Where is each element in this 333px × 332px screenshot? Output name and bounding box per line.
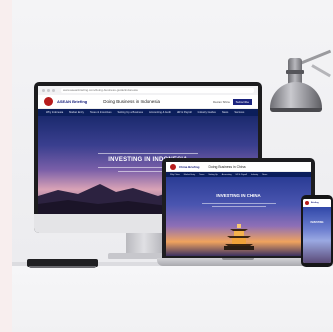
brand-logo-icon (44, 97, 53, 106)
nav-item[interactable]: Services (234, 111, 244, 114)
brand-name[interactable]: China Briefing (179, 165, 200, 169)
phone-hero-banner: INVESTING (303, 207, 331, 263)
hero-title: INVESTING IN CHINA (216, 193, 261, 198)
desk-surface (12, 266, 333, 332)
browser-bar: www.aseanbriefing.com/doing-business-gui… (38, 86, 258, 95)
left-shade (0, 0, 12, 332)
nav-item[interactable]: HR & Payroll (236, 174, 247, 176)
nav-item[interactable]: Why China (170, 174, 180, 176)
nav-item[interactable]: Industry (251, 174, 258, 176)
laptop-notch (222, 258, 254, 260)
window-dot-icon (42, 89, 45, 92)
nav-item[interactable]: Market Entry (184, 174, 195, 176)
nav-item[interactable]: Accounting & Audit (149, 111, 171, 114)
nav-item[interactable]: News (222, 111, 229, 114)
nav-item[interactable]: Setting Up (208, 174, 217, 176)
hero-title: INVESTING (310, 221, 324, 224)
nav-item[interactable]: Setting Up a Business (118, 111, 144, 114)
header-actions: Dezan Shira Subscribe (213, 98, 252, 105)
phone-screen: Briefing INVESTING (303, 199, 331, 263)
subscribe-button[interactable]: Subscribe (232, 98, 252, 105)
laptop-hero-banner: INVESTING IN CHINA (166, 177, 311, 256)
nav-item[interactable]: Taxes & Incentives (90, 111, 112, 114)
brand-name[interactable]: ASEAN Briefing (57, 99, 87, 104)
pagoda-image (224, 224, 254, 250)
nav-item[interactable]: Why Indonesia (46, 111, 63, 114)
lamp-rim (270, 108, 322, 112)
brand-name[interactable]: Briefing (311, 202, 319, 204)
laptop-site-header: China Briefing Doing Business in China (166, 162, 311, 172)
nav-item[interactable]: Industry Guides (198, 111, 216, 114)
window-dot-icon (52, 89, 55, 92)
nav-item[interactable]: Taxes (199, 174, 204, 176)
lamp-ring (286, 70, 304, 74)
hero-divider (212, 206, 266, 207)
main-nav: Why Indonesia Market Entry Taxes & Incen… (38, 109, 258, 116)
monitor-stand-neck (126, 233, 162, 255)
doing-business-title: Doing Business in China (208, 164, 246, 169)
header-link[interactable]: Dezan Shira (213, 100, 230, 104)
nav-item[interactable]: Market Entry (69, 111, 84, 114)
hero-divider (98, 153, 198, 154)
url-bar[interactable]: www.aseanbriefing.com/doing-business-gui… (61, 88, 254, 93)
nav-item[interactable]: News (262, 174, 267, 176)
nav-item[interactable]: Accounting (222, 174, 232, 176)
phone-site-header: Briefing (303, 199, 331, 207)
tablet-edge (29, 266, 96, 268)
hero-divider (202, 203, 276, 204)
brand-logo-icon (305, 201, 309, 205)
site-header: ASEAN Briefing Doing Business in Indones… (38, 95, 258, 109)
nav-item[interactable]: HR & Payroll (177, 111, 192, 114)
doing-business-title: Doing Business in Indonesia (103, 99, 161, 104)
window-dot-icon (47, 89, 50, 92)
brand-logo-icon (170, 163, 176, 170)
laptop-screen: China Briefing Doing Business in China W… (166, 162, 311, 256)
